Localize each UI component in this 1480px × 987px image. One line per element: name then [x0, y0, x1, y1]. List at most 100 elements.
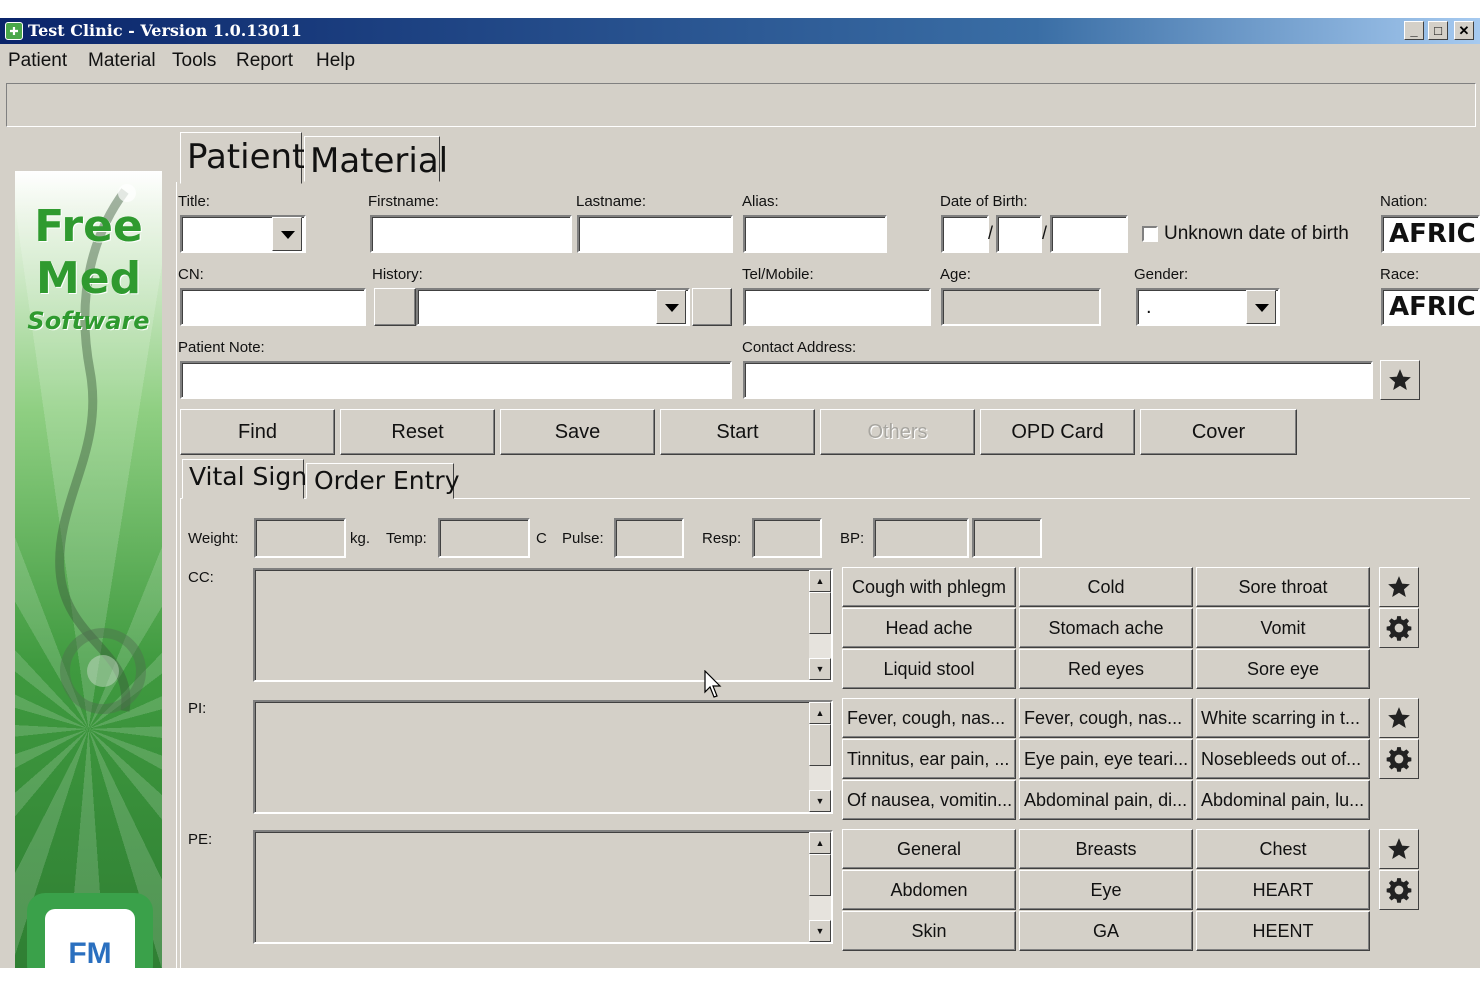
tel-field[interactable]: [743, 288, 931, 326]
scroll-down-icon[interactable]: ▼: [809, 790, 831, 812]
cn-field[interactable]: [180, 288, 366, 326]
pi-preset-button[interactable]: Abdominal pain, lu...: [1196, 780, 1370, 820]
scroll-down-icon[interactable]: ▼: [809, 920, 831, 942]
pe-settings-button[interactable]: [1379, 870, 1419, 910]
pe-textarea[interactable]: ▲ ▼: [253, 830, 833, 944]
scroll-up-icon[interactable]: ▲: [809, 702, 831, 724]
cc-settings-button[interactable]: [1379, 608, 1419, 648]
bp-diastolic-field[interactable]: [972, 518, 1042, 558]
weight-field[interactable]: [254, 518, 346, 558]
tab-vital-sign[interactable]: Vital Sign: [182, 459, 307, 499]
menu-patient[interactable]: Patient: [8, 50, 67, 72]
scroll-up-icon[interactable]: ▲: [809, 570, 831, 592]
pe-preset-button[interactable]: Eye: [1019, 870, 1193, 910]
favorite-address-button[interactable]: [1380, 360, 1420, 400]
pe-preset-button[interactable]: HEENT: [1196, 911, 1370, 951]
dob-day-field[interactable]: [941, 215, 989, 253]
cc-preset-button[interactable]: Head ache: [842, 608, 1016, 648]
scroll-thumb[interactable]: [809, 592, 831, 634]
minimize-button[interactable]: _: [1404, 21, 1424, 40]
history-combo[interactable]: [416, 288, 690, 326]
pi-preset-button[interactable]: Eye pain, eye teari...: [1019, 739, 1193, 779]
cc-preset-button[interactable]: Sore throat: [1196, 567, 1370, 607]
chevron-down-icon[interactable]: [656, 290, 686, 324]
unknown-dob-checkbox[interactable]: [1142, 226, 1158, 242]
gender-value: .: [1146, 296, 1152, 318]
save-button[interactable]: Save: [500, 409, 655, 455]
pi-preset-button[interactable]: Abdominal pain, di...: [1019, 780, 1193, 820]
pi-settings-button[interactable]: [1379, 739, 1419, 779]
nation-value: AFRIC: [1389, 219, 1476, 249]
cc-scrollbar[interactable]: ▲ ▼: [809, 570, 831, 680]
bp-systolic-field[interactable]: [873, 518, 969, 558]
pe-preset-button[interactable]: HEART: [1196, 870, 1370, 910]
pe-preset-button[interactable]: General: [842, 829, 1016, 869]
cc-favorite-button[interactable]: [1379, 567, 1419, 607]
tab-material[interactable]: Material: [304, 136, 448, 182]
cc-preset-button[interactable]: Sore eye: [1196, 649, 1370, 689]
scroll-thumb[interactable]: [809, 724, 831, 766]
pi-preset-button[interactable]: Fever, cough, nas...: [1019, 698, 1193, 738]
temp-label: Temp:: [386, 530, 427, 547]
pe-scrollbar[interactable]: ▲ ▼: [809, 832, 831, 942]
menu-material[interactable]: Material: [88, 50, 156, 72]
history-next-button[interactable]: [692, 288, 732, 326]
cc-preset-button[interactable]: Stomach ache: [1019, 608, 1193, 648]
pe-favorite-button[interactable]: [1379, 829, 1419, 869]
scroll-up-icon[interactable]: ▲: [809, 832, 831, 854]
race-combo[interactable]: AFRIC: [1381, 288, 1480, 326]
menu-tools[interactable]: Tools: [172, 50, 216, 72]
cc-preset-button[interactable]: Red eyes: [1019, 649, 1193, 689]
chevron-down-icon[interactable]: [1246, 290, 1276, 324]
pi-scrollbar[interactable]: ▲ ▼: [809, 702, 831, 812]
contact-address-field[interactable]: [743, 361, 1373, 399]
pe-preset-button[interactable]: Skin: [842, 911, 1016, 951]
cc-preset-button[interactable]: Cough with phlegm: [842, 567, 1016, 607]
pi-textarea[interactable]: ▲ ▼: [253, 700, 833, 814]
maximize-button[interactable]: □: [1428, 21, 1448, 40]
pi-preset-button[interactable]: Of nausea, vomitin...: [842, 780, 1016, 820]
pulse-field[interactable]: [614, 518, 684, 558]
cc-preset-button[interactable]: Vomit: [1196, 608, 1370, 648]
pe-preset-button[interactable]: GA: [1019, 911, 1193, 951]
patient-note-field[interactable]: [180, 361, 732, 399]
menu-report[interactable]: Report: [236, 50, 293, 72]
tab-order-entry[interactable]: Order Entry: [306, 463, 460, 499]
title-combo[interactable]: [180, 215, 306, 253]
pe-preset-button[interactable]: Chest: [1196, 829, 1370, 869]
title-label: Title:: [178, 193, 210, 210]
pe-preset-button[interactable]: Breasts: [1019, 829, 1193, 869]
start-button[interactable]: Start: [660, 409, 815, 455]
tab-patient[interactable]: Patient: [180, 132, 305, 184]
resp-field[interactable]: [752, 518, 822, 558]
pi-preset-button[interactable]: Fever, cough, nas...: [842, 698, 1016, 738]
cc-preset-button[interactable]: Cold: [1019, 567, 1193, 607]
scroll-thumb[interactable]: [809, 854, 831, 896]
history-prev-button[interactable]: [374, 288, 416, 326]
close-button[interactable]: ✕: [1454, 21, 1474, 40]
temp-field[interactable]: [438, 518, 530, 558]
pi-preset-button[interactable]: Nosebleeds out of...: [1196, 739, 1370, 779]
pe-preset-button[interactable]: Abdomen: [842, 870, 1016, 910]
dob-year-field[interactable]: [1050, 215, 1128, 253]
firstname-field[interactable]: [370, 215, 572, 253]
lastname-label: Lastname:: [576, 193, 647, 210]
chevron-down-icon[interactable]: [272, 217, 302, 251]
gender-combo[interactable]: .: [1136, 288, 1280, 326]
lastname-field[interactable]: [577, 215, 733, 253]
menu-help[interactable]: Help: [316, 50, 355, 72]
pi-favorite-button[interactable]: [1379, 698, 1419, 738]
nation-combo[interactable]: AFRIC: [1381, 215, 1480, 253]
alias-field[interactable]: [743, 215, 887, 253]
dob-month-field[interactable]: [996, 215, 1042, 253]
cover-button[interactable]: Cover: [1140, 409, 1297, 455]
others-button[interactable]: Others: [820, 409, 975, 455]
pi-preset-button[interactable]: White scarring in t...: [1196, 698, 1370, 738]
scroll-down-icon[interactable]: ▼: [809, 658, 831, 680]
reset-button[interactable]: Reset: [340, 409, 495, 455]
pi-preset-button[interactable]: Tinnitus, ear pain, ...: [842, 739, 1016, 779]
cc-textarea[interactable]: ▲ ▼: [253, 568, 833, 682]
find-button[interactable]: Find: [180, 409, 335, 455]
opd-card-button[interactable]: OPD Card: [980, 409, 1135, 455]
cc-preset-button[interactable]: Liquid stool: [842, 649, 1016, 689]
